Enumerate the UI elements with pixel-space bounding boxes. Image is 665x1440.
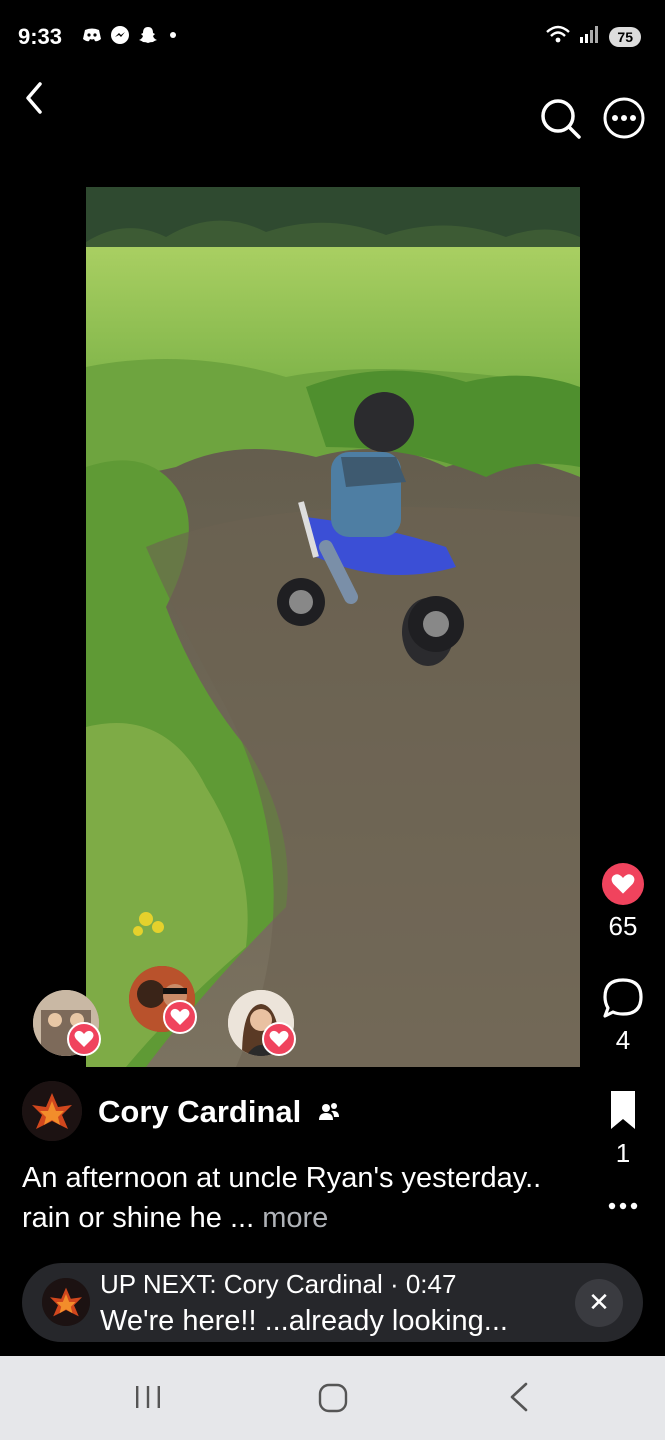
search-button[interactable] (538, 96, 582, 140)
author-name[interactable]: Cory Cardinal (98, 1094, 301, 1130)
status-dot (170, 32, 176, 38)
heart-icon (602, 863, 644, 905)
up-next-bar[interactable]: UP NEXT: Cory Cardinal · 0:47 We're here… (22, 1263, 643, 1342)
ellipsis-icon (608, 1202, 638, 1210)
status-right: 75 (545, 24, 641, 49)
wifi-icon (545, 24, 571, 49)
friends-audience-icon (317, 1100, 341, 1124)
post-caption[interactable]: An afternoon at uncle Ryan's yesterday..… (22, 1158, 582, 1238)
recent-apps-button[interactable] (128, 1378, 168, 1418)
see-more-link[interactable]: more (262, 1202, 328, 1234)
comment-button[interactable]: 4 (597, 976, 649, 1056)
system-back-button[interactable] (500, 1378, 540, 1418)
system-back-icon (510, 1382, 528, 1412)
home-icon (318, 1383, 348, 1413)
like-count: 65 (608, 911, 638, 941)
comment-count: 4 (615, 1025, 631, 1055)
snapchat-icon (138, 25, 158, 45)
recent-apps-icon (136, 1386, 160, 1408)
comment-icon (603, 978, 643, 1018)
save-button[interactable]: 1 (597, 1089, 649, 1169)
like-button[interactable]: 65 (597, 863, 649, 942)
bookmark-icon (611, 1091, 635, 1129)
system-navigation-bar (0, 1356, 665, 1440)
reaction-heart-icon (67, 1022, 101, 1056)
more-options-button[interactable] (602, 96, 646, 140)
status-time: 9:33 (18, 24, 63, 49)
messenger-icon (110, 25, 130, 45)
up-next-description: We're here!! ...already looking... (100, 1305, 508, 1337)
search-icon (541, 99, 581, 139)
video-frame-image (86, 187, 580, 1067)
back-arrow-icon (26, 82, 42, 114)
save-count: 1 (615, 1138, 631, 1168)
home-button[interactable] (313, 1378, 353, 1418)
more-actions-button[interactable] (597, 1196, 649, 1221)
battery-indicator: 75 (609, 26, 641, 47)
back-button[interactable] (18, 78, 58, 118)
up-next-title: UP NEXT: Cory Cardinal · 0:47 (100, 1269, 457, 1299)
notification-icons (82, 25, 176, 45)
author-avatar[interactable] (22, 1081, 82, 1141)
discord-icon (82, 25, 102, 45)
close-icon[interactable]: ✕ (575, 1279, 623, 1327)
up-next-avatar (42, 1278, 90, 1326)
video-player[interactable] (86, 187, 580, 1067)
more-options-icon (603, 97, 645, 139)
reaction-heart-icon (163, 1000, 197, 1034)
status-bar: 9:33 75 (0, 0, 665, 76)
signal-icon (579, 25, 601, 48)
reaction-heart-icon (262, 1022, 296, 1056)
